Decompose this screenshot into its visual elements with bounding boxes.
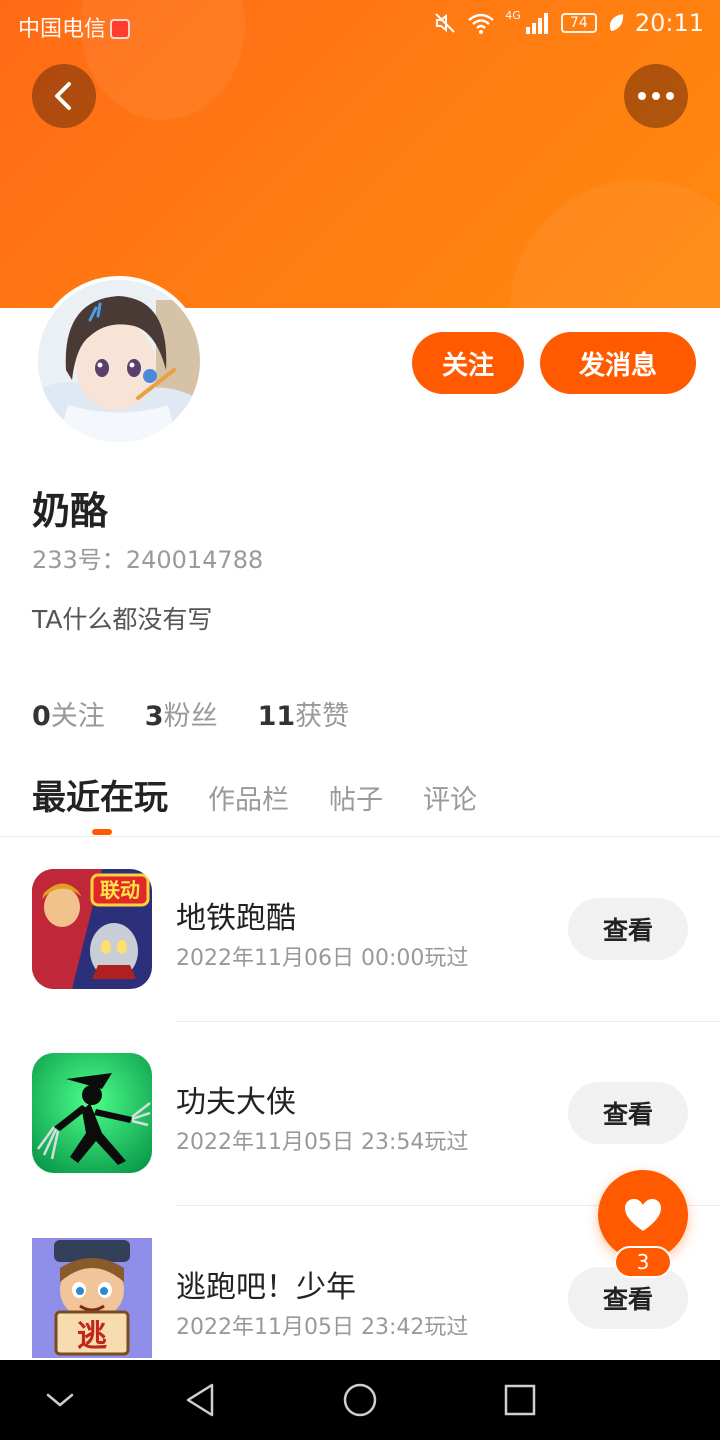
follow-button[interactable]: 关注 — [412, 332, 524, 394]
header-decoration — [510, 180, 720, 308]
stat-label: 粉丝 — [163, 701, 218, 732]
system-home-button[interactable] — [340, 1380, 380, 1420]
heart-icon — [625, 1199, 661, 1231]
battery-icon: 74 — [560, 13, 597, 33]
username: 奶酪 — [32, 489, 109, 533]
clock: 20:11 — [634, 9, 704, 37]
user-profile-page: 中国电信 4G 74 20:11 关注 发消息 奶酪 233号：24001478… — [0, 0, 720, 1440]
mute-icon — [435, 13, 456, 33]
view-game-button[interactable]: 查看 — [568, 1082, 688, 1144]
system-navigation-bar — [0, 1360, 720, 1440]
carrier-badge-icon — [110, 19, 131, 39]
profile-stats: 0关注 3粉丝 11获赞 — [32, 694, 349, 733]
collapse-button[interactable] — [40, 1380, 80, 1420]
collapse-icon — [46, 1393, 74, 1407]
status-icons: 4G 74 20:11 — [433, 9, 704, 37]
game-icon — [32, 1053, 152, 1173]
system-back-button[interactable] — [180, 1380, 220, 1420]
tab-posts[interactable]: 帖子 — [329, 778, 383, 817]
view-game-button[interactable]: 查看 — [568, 898, 688, 960]
avatar[interactable] — [34, 276, 204, 446]
like-count-badge: 3 — [614, 1246, 672, 1278]
carrier-name: 中国电信 — [18, 17, 107, 42]
more-dots-icon — [638, 92, 674, 100]
game-icon: 联动 — [32, 869, 152, 989]
tab-comments[interactable]: 评论 — [423, 778, 477, 817]
game-played-time: 2022年11月05日 23:42玩过 — [176, 1315, 469, 1340]
game-icon: 逃 — [32, 1238, 152, 1358]
battery-level: 74 — [569, 15, 588, 31]
tab-recently-played[interactable]: 最近在玩 — [32, 770, 168, 819]
home-circle-icon — [343, 1383, 377, 1417]
status-bar: 中国电信 4G 74 20:11 — [0, 0, 720, 50]
stat-fans[interactable]: 3粉丝 — [145, 694, 218, 733]
game-icon-badge: 联动 — [100, 878, 140, 902]
game-icon-badge: 逃 — [77, 1319, 107, 1354]
stat-value: 0 — [32, 701, 51, 732]
recents-square-icon — [504, 1384, 536, 1416]
game-played-time: 2022年11月05日 23:54玩过 — [176, 1130, 469, 1155]
network-type: 4G — [505, 9, 521, 22]
send-message-button[interactable]: 发消息 — [540, 332, 696, 394]
tab-works[interactable]: 作品栏 — [208, 778, 289, 817]
stat-value: 3 — [144, 701, 164, 732]
stat-following[interactable]: 0关注 — [32, 694, 105, 733]
more-options-button[interactable] — [624, 64, 688, 128]
profile-tabs: 最近在玩 作品栏 帖子 评论 — [32, 770, 477, 819]
stat-label: 关注 — [50, 701, 105, 732]
wifi-icon — [468, 13, 495, 34]
carrier: 中国电信 — [18, 11, 131, 43]
active-tab-indicator — [92, 829, 112, 835]
game-list-item[interactable]: 联动 地铁跑酷 2022年11月06日 00:00玩过 查看 — [0, 837, 720, 1022]
game-name: 功夫大侠 — [176, 1085, 296, 1120]
user-bio: TA什么都没有写 — [32, 605, 213, 634]
stat-label: 获赞 — [295, 701, 350, 732]
leaf-icon — [609, 14, 623, 31]
game-name: 逃跑吧！少年 — [176, 1270, 356, 1305]
game-list-item[interactable]: 功夫大侠 2022年11月05日 23:54玩过 查看 — [0, 1021, 720, 1206]
system-recents-button[interactable] — [500, 1380, 540, 1420]
back-triangle-icon — [186, 1383, 214, 1417]
avatar-image — [38, 280, 200, 442]
stat-likes[interactable]: 11获赞 — [258, 694, 350, 733]
game-name: 地铁跑酷 — [176, 901, 296, 936]
chevron-left-icon — [55, 82, 71, 110]
signal-icon — [525, 13, 548, 34]
back-button[interactable] — [32, 64, 96, 128]
game-played-time: 2022年11月06日 00:00玩过 — [176, 946, 469, 971]
kungfu-hero-icon — [32, 1053, 152, 1173]
escape-boy-icon: 逃 — [32, 1238, 152, 1358]
stat-value: 11 — [257, 701, 296, 732]
user-id: 233号：240014788 — [32, 546, 264, 574]
subway-surfers-icon: 联动 — [32, 869, 152, 989]
